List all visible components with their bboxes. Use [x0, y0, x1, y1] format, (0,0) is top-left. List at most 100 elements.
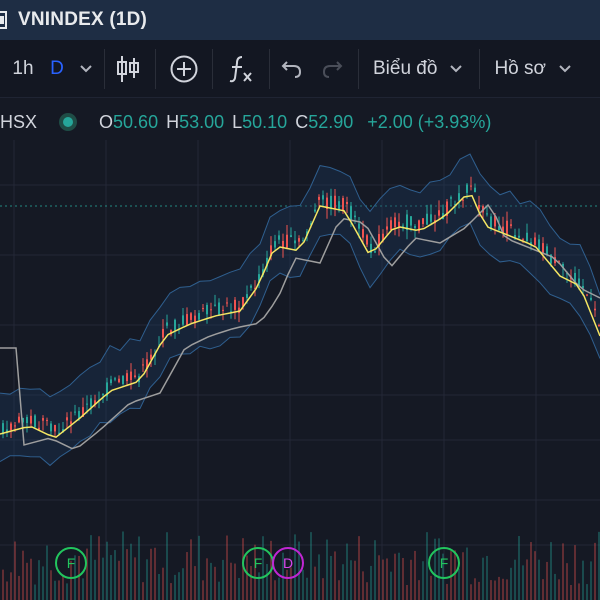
candle-body: [298, 238, 300, 242]
window-titlebar: VNINDEX (1D): [0, 0, 600, 40]
candle-body: [206, 304, 208, 315]
volume-bar: [490, 580, 492, 600]
volume-bar: [202, 580, 204, 600]
financial-event-flag[interactable]: F: [428, 547, 460, 579]
candle-body: [534, 237, 536, 245]
open-label: O: [99, 111, 114, 132]
redo-icon[interactable]: [314, 49, 350, 89]
candle-body: [346, 201, 348, 205]
volume-bar: [10, 572, 12, 600]
volume-bar: [90, 535, 92, 600]
volume-bar: [18, 575, 20, 600]
candle-body: [290, 235, 292, 237]
volume-bar: [110, 555, 112, 600]
volume-bar: [98, 536, 100, 600]
volume-bar: [354, 560, 356, 600]
volume-bar: [62, 574, 64, 600]
volume-bar: [162, 567, 164, 600]
compare-add-symbol-icon[interactable]: [156, 49, 212, 89]
candlestick-chart-type-icon[interactable]: [105, 49, 151, 89]
volume-bar: [230, 562, 232, 600]
volume-bar: [310, 532, 312, 600]
profile-menu-label: Hồ sơ: [494, 57, 546, 79]
volume-bar: [50, 570, 52, 600]
candle-body: [414, 225, 416, 229]
exchange-symbol[interactable]: HSX: [0, 112, 37, 133]
interval-d-button[interactable]: D: [44, 49, 70, 89]
volume-bar: [410, 559, 412, 600]
flag-label: F: [66, 555, 76, 571]
volume-bar: [330, 555, 332, 600]
volume-bar: [502, 578, 504, 600]
candle-body: [210, 309, 212, 311]
indicators-fx-icon[interactable]: [213, 49, 269, 89]
candle-body: [126, 373, 128, 382]
low-label: L: [232, 111, 243, 132]
candle-body: [222, 309, 224, 311]
volume-bar: [206, 558, 208, 600]
interval-1h-button[interactable]: 1h: [10, 49, 36, 89]
candle-body: [26, 417, 28, 424]
volume-bar: [594, 542, 596, 600]
volume-bar: [58, 580, 60, 600]
candle-body: [526, 232, 528, 242]
volume-bar: [2, 569, 4, 600]
volume-bar: [586, 584, 588, 600]
undo-icon[interactable]: [270, 49, 314, 89]
candle-body: [426, 213, 428, 225]
candle-body: [594, 308, 596, 311]
volume-bar: [570, 584, 572, 600]
volume-bar: [34, 584, 36, 600]
volume-bar: [506, 579, 508, 600]
interval-dropdown-chevron-icon[interactable]: [76, 49, 96, 89]
chevron-down-icon: [450, 64, 463, 72]
volume-bar: [418, 580, 420, 600]
candle-body: [250, 285, 252, 288]
candle-body: [182, 315, 184, 325]
candle-body: [202, 308, 204, 310]
volume-bar: [386, 558, 388, 600]
volume-bar: [338, 580, 340, 600]
market-status-icon: [59, 113, 78, 131]
candle-body: [30, 415, 32, 424]
candle-body: [322, 195, 324, 200]
candle-body: [102, 393, 104, 396]
volume-bar: [122, 531, 124, 600]
volume-bar: [278, 577, 280, 600]
chart-menu-label: Biểu đồ: [373, 57, 438, 79]
volume-bar: [234, 563, 236, 600]
volume-bar: [530, 542, 532, 600]
candle-body: [174, 319, 176, 331]
volume-bar: [514, 559, 516, 600]
financial-event-flag[interactable]: F: [55, 547, 87, 579]
candle-body: [234, 299, 236, 310]
candle-body: [474, 187, 476, 193]
candle-body: [402, 225, 404, 227]
flag-label: F: [253, 555, 263, 571]
candle-body: [186, 314, 188, 325]
volume-bar: [470, 584, 472, 600]
candle-body: [42, 418, 44, 421]
profile-menu-button[interactable]: Hồ sơ: [494, 49, 572, 89]
chart-menu-button[interactable]: Biểu đồ: [373, 49, 463, 89]
volume-bar: [578, 583, 580, 600]
financial-event-flag[interactable]: F: [242, 547, 274, 579]
flag-label: D: [282, 555, 294, 571]
close-value: 52.90: [308, 111, 354, 132]
volume-bar: [86, 548, 88, 600]
volume-bar: [66, 583, 68, 600]
volume-bar: [542, 579, 544, 600]
price-chart-canvas[interactable]: [0, 140, 600, 600]
toolbar-divider: [358, 48, 359, 89]
volume-bar: [218, 581, 220, 600]
volume-bar: [486, 555, 488, 600]
volume-bar: [26, 562, 28, 600]
candle-body: [286, 234, 288, 248]
volume-bar: [106, 541, 108, 600]
volume-bar: [226, 535, 228, 600]
volume-bar: [102, 557, 104, 600]
candle-body: [430, 214, 432, 222]
candle-body: [358, 223, 360, 229]
dividend-event-flag[interactable]: D: [272, 547, 304, 579]
high-label: H: [166, 111, 180, 132]
